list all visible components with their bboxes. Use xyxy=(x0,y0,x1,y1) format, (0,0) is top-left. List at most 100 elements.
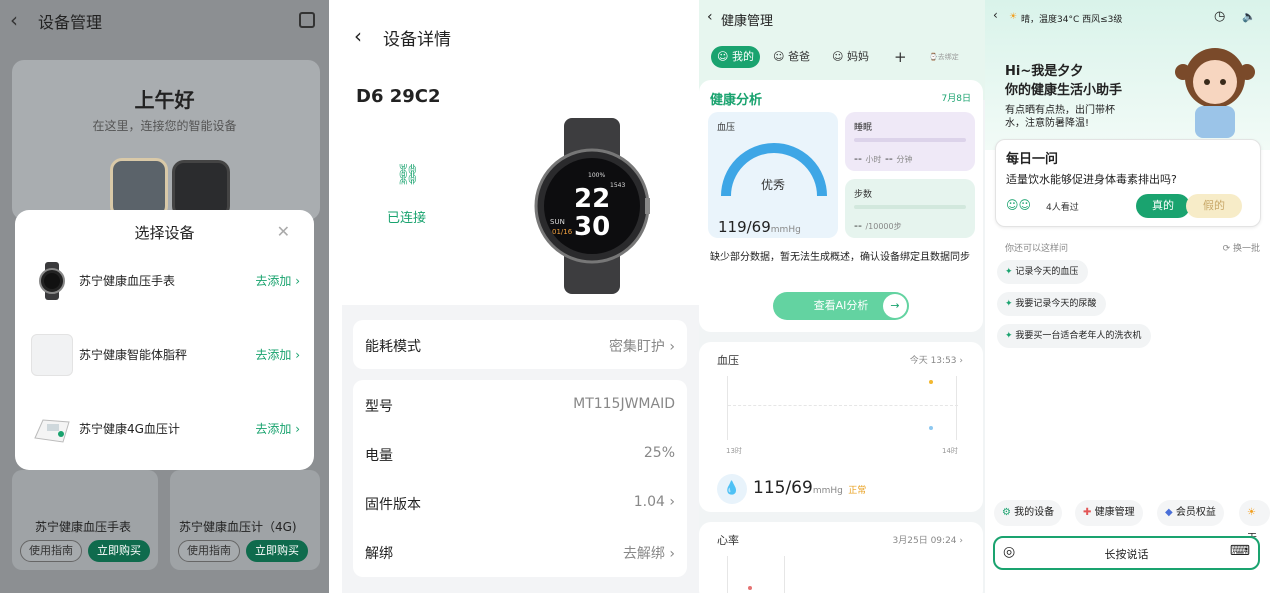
health-management-screen: ‹ 健康管理 ☺ 我的 ☺ 爸爸 ☺ 妈妈 + ⌚去绑定 健康分析 7月8日 血… xyxy=(699,0,985,593)
row-label: 解绑 xyxy=(365,546,393,562)
bp-record-card[interactable]: 血压 今天 13:53 › 13时 14时 💧 115/69mmHg 正常 xyxy=(699,342,983,512)
row-value: MT115JWMAID xyxy=(573,396,675,412)
tab-mine[interactable]: ☺ 我的 xyxy=(711,46,760,68)
back-arrow-icon[interactable]: ‹ xyxy=(10,8,18,32)
sparkle-icon: ✦ xyxy=(1005,299,1016,309)
voice-hint: 长按说话 xyxy=(1104,548,1149,561)
device-option[interactable]: 苏宁健康4G血压计 去添加 › xyxy=(15,398,314,458)
chart-gridline xyxy=(728,405,958,406)
page-title: 健康管理 xyxy=(721,14,774,29)
watch-image xyxy=(110,158,168,218)
shortcut-my-devices[interactable]: ⚙ 我的设备 xyxy=(994,500,1063,526)
row-label: 电量 xyxy=(365,448,393,464)
tab-mom[interactable]: ☺ 妈妈 xyxy=(832,46,869,68)
analysis-date: 7月8日 xyxy=(941,94,971,104)
row-value: 1.04 › xyxy=(633,494,675,510)
bp-summary[interactable]: 血压 优秀 119/69mmHg xyxy=(708,112,838,238)
health-analysis-card: 健康分析 7月8日 血压 优秀 119/69mmHg 睡眠 -- 小时 -- 分… xyxy=(699,80,983,332)
sleep-summary[interactable]: 睡眠 -- 小时 -- 分钟 xyxy=(845,112,975,171)
suggestion-chip[interactable]: ✦ 记录今天的血压 xyxy=(997,260,1089,284)
question-text: 适量饮水能够促进身体毒素排出吗? xyxy=(1006,173,1177,186)
ai-analysis-button[interactable]: 查看AI分析 → xyxy=(773,292,909,320)
bp-chart xyxy=(727,376,958,440)
device-option[interactable]: 苏宁健康血压手表 去添加 › xyxy=(15,250,314,310)
assistant-greeting: Hi~我是夕夕 xyxy=(1005,64,1084,79)
device-icon: ⚙ xyxy=(1002,507,1011,518)
watch-day: SUN xyxy=(550,218,565,226)
back-arrow-icon[interactable]: ‹ xyxy=(993,8,998,22)
row-value: 25% xyxy=(643,445,675,461)
false-button[interactable]: 假的 xyxy=(1186,194,1242,218)
speaker-icon[interactable]: 🔈 xyxy=(1242,10,1256,23)
row-label: 能耗模式 xyxy=(365,339,421,355)
refresh-button[interactable]: ⟳ 换一批 xyxy=(1223,241,1260,254)
true-button[interactable]: 真的 xyxy=(1136,194,1190,218)
analysis-notice: 缺少部分数据，暂无法生成概述，确认设备绑定且数据同步 xyxy=(710,252,970,263)
chart-point xyxy=(929,380,933,384)
shortcut-health[interactable]: ✚ 健康管理 xyxy=(1075,500,1143,526)
bp-monitor-thumbnail-icon xyxy=(31,408,73,450)
link-icon[interactable]: ⛓ xyxy=(384,150,432,198)
product-name: 苏宁健康血压手表 xyxy=(35,520,132,534)
sleep-bar xyxy=(854,138,966,142)
steps-summary[interactable]: 步数 -- /10000步 xyxy=(845,179,975,238)
watch-icon: ⌚ xyxy=(929,53,938,61)
daily-question-card: 每日一问 适量饮水能够促进身体毒素排出吗? ☺☺ 4人看过 真的 假的 xyxy=(995,139,1261,227)
water-drop-icon: 💧 xyxy=(717,474,747,504)
add-device-link[interactable]: 去添加 › xyxy=(255,272,300,289)
buy-button[interactable]: 立即购买 xyxy=(246,540,308,562)
assistant-intro: 你的健康生活小助手 xyxy=(1005,83,1123,98)
clock-icon[interactable]: ◷ xyxy=(1214,9,1225,24)
suggestion-chip[interactable]: ✦ 我要买一台适合老年人的洗衣机 xyxy=(997,324,1152,348)
device-option[interactable]: 苏宁健康智能体脂秤 去添加 › xyxy=(15,324,314,384)
unbind-row[interactable]: 解绑 去解绑 › xyxy=(353,527,687,576)
scan-icon[interactable] xyxy=(299,12,315,28)
buy-button[interactable]: 立即购买 xyxy=(88,540,150,562)
suggestion-chip[interactable]: ✦ 我要记录今天的尿酸 xyxy=(997,292,1107,316)
avatar-group-icon: ☺☺ xyxy=(1006,198,1032,212)
add-device-link[interactable]: 去添加 › xyxy=(255,420,300,437)
watch-thumbnail-icon xyxy=(31,260,73,302)
heart-rate-card[interactable]: 心率 3月25日 09:24 › xyxy=(699,522,983,593)
avatar-icon: ☺ xyxy=(773,50,785,63)
sparkle-icon: ✦ xyxy=(1005,331,1016,341)
voice-input-bar[interactable]: ◎ 长按说话 ⌨ xyxy=(993,536,1260,570)
close-icon[interactable]: ✕ xyxy=(277,222,290,241)
guide-button[interactable]: 使用指南 xyxy=(178,540,240,562)
back-arrow-icon[interactable]: ‹ xyxy=(707,9,713,25)
refresh-icon: ⟳ xyxy=(1222,244,1231,254)
watch-date: 01/16 xyxy=(552,228,573,236)
add-device-link[interactable]: 去添加 › xyxy=(255,346,300,363)
watch-image: 22 30 SUN 01/16 100% 1543 xyxy=(534,118,650,294)
shortcut-more[interactable]: ☀ 天 xyxy=(1239,500,1270,544)
connection-status: 已连接 xyxy=(387,211,427,226)
energy-mode-row[interactable]: 能耗模式 密集盯护 › xyxy=(353,320,687,369)
medkit-icon: ✚ xyxy=(1083,507,1092,518)
card-title: 血压 xyxy=(717,354,739,367)
hr-chart xyxy=(727,556,957,593)
card-title: 健康分析 xyxy=(710,93,763,108)
tab-dad[interactable]: ☺ 爸爸 xyxy=(773,46,810,68)
sun-icon: ☀ xyxy=(1009,12,1018,22)
tab-bind[interactable]: ⌚去绑定 xyxy=(929,46,959,68)
back-arrow-icon[interactable]: ‹ xyxy=(354,24,362,48)
greeting-subtitle: 在这里，连接您的智能设备 xyxy=(92,119,237,133)
chart-point xyxy=(929,426,933,430)
viewer-count: 4人看过 xyxy=(1046,203,1079,213)
steps-label: 步数 xyxy=(854,190,873,200)
sun-icon: ☀ xyxy=(1247,507,1256,518)
bp-value: 119/69mmHg xyxy=(718,218,801,236)
weather-tip: 有点晒有点热，出门带杯水，注意防暑降温! xyxy=(1005,105,1115,129)
record-time: 3月25日 09:24 › xyxy=(892,536,963,546)
steps-bar xyxy=(854,205,966,209)
shortcut-membership[interactable]: ◆ 会员权益 xyxy=(1157,500,1224,526)
steps-value: -- /10000步 xyxy=(854,219,902,232)
watch-time-minutes: 30 xyxy=(574,212,611,242)
device-option-label: 苏宁健康智能体脂秤 xyxy=(79,348,188,362)
firmware-row[interactable]: 固件版本 1.04 › xyxy=(353,478,687,527)
add-member-button[interactable]: + xyxy=(894,46,907,68)
guide-button[interactable]: 使用指南 xyxy=(20,540,82,562)
greeting-text: 上午好 xyxy=(134,88,195,112)
bp-rating: 优秀 xyxy=(760,178,785,192)
keyboard-icon[interactable]: ⌨ xyxy=(1230,543,1250,559)
